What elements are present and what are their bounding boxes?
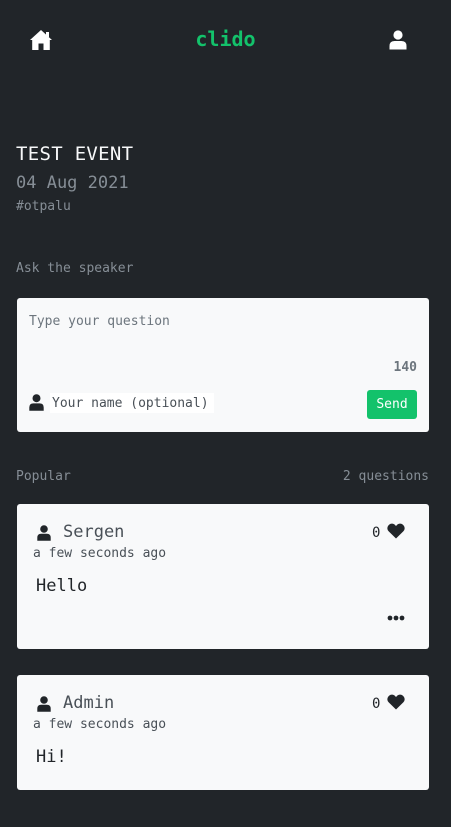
question-count: 2 questions	[342, 469, 429, 484]
question-form: 140 Send	[17, 298, 429, 432]
app-root: clido TEST EVENT 04 Aug 2021 #otpalu Ask…	[0, 0, 451, 827]
user-icon	[37, 525, 51, 541]
question-input[interactable]	[29, 314, 414, 354]
question-timestamp: a few seconds ago	[33, 546, 167, 561]
user-icon	[389, 30, 407, 50]
question-text: Hello	[36, 576, 88, 596]
user-icon	[37, 696, 51, 712]
question-card: Sergen a few seconds ago 0 Hello	[17, 504, 429, 649]
question-author: Admin	[63, 693, 115, 713]
char-counter: 140	[393, 360, 417, 375]
event-date: 04 Aug 2021	[16, 173, 129, 193]
question-text: Hi!	[36, 747, 67, 767]
more-options-icon[interactable]	[387, 612, 405, 624]
profile-button[interactable]	[389, 30, 407, 50]
ask-speaker-label: Ask the speaker	[16, 261, 134, 276]
top-nav: clido	[0, 0, 451, 80]
question-timestamp: a few seconds ago	[33, 717, 167, 732]
app-logo[interactable]: clido	[0, 27, 451, 51]
question-author: Sergen	[63, 522, 125, 542]
name-input[interactable]	[50, 393, 214, 413]
send-button[interactable]: Send	[367, 390, 417, 419]
user-icon	[29, 394, 44, 411]
sort-popular-label[interactable]: Popular	[16, 469, 71, 484]
like-count: 0	[372, 696, 381, 712]
like-count: 0	[372, 525, 381, 541]
event-code: #otpalu	[16, 199, 71, 214]
heart-icon[interactable]	[387, 694, 405, 710]
heart-icon[interactable]	[387, 523, 405, 539]
question-card: Admin a few seconds ago 0 Hi!	[17, 675, 429, 790]
event-title: TEST EVENT	[16, 143, 134, 165]
